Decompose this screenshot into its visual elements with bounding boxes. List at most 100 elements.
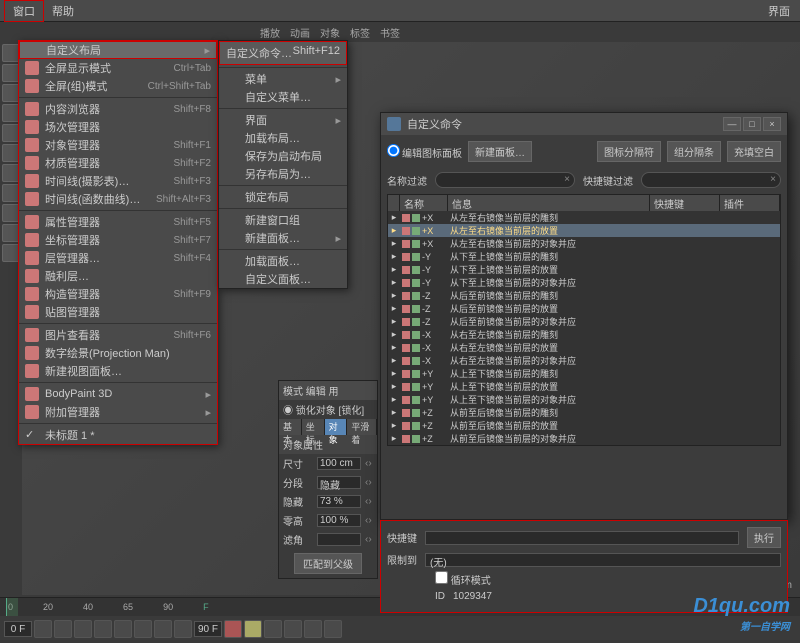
menu-item[interactable]: 自定义面板…	[219, 270, 347, 288]
menu-item[interactable]: 全屏(组)模式Ctrl+Shift+Tab	[19, 77, 217, 95]
tab-anim[interactable]: 动画	[290, 25, 310, 40]
menu-item[interactable]: 附加管理器▸	[19, 403, 217, 421]
prev-frame-button[interactable]	[74, 620, 92, 638]
menu-help[interactable]: 帮助	[44, 1, 82, 21]
tab-play[interactable]: 播放	[260, 25, 280, 40]
restrict-select[interactable]: (无)	[425, 553, 781, 567]
menu-item[interactable]: 新建视图面板…	[19, 362, 217, 380]
play-button[interactable]	[114, 620, 132, 638]
menu-item[interactable]: 另存布局为…	[219, 165, 347, 183]
table-row[interactable]: ▸ -X从右至左镜像当前层的对象并应	[388, 354, 780, 367]
table-row[interactable]: ▸ -Z从后至前镜像当前层的对象并应	[388, 315, 780, 328]
next-frame-button[interactable]	[134, 620, 152, 638]
menu-item[interactable]: 贴图管理器	[19, 303, 217, 321]
menu-item[interactable]: 新建面板…▸	[219, 229, 347, 247]
icon-sep-button[interactable]: 图标分隔符	[597, 141, 661, 162]
table-row[interactable]: ▸ -Y从下至上镜像当前层的雕刻	[388, 250, 780, 263]
menu-item[interactable]: 层管理器…Shift+F4	[19, 249, 217, 267]
menu-item[interactable]: 保存为启动布局	[219, 147, 347, 165]
match-parent-button[interactable]: 匹配到父级	[294, 553, 362, 574]
menu-item[interactable]: 菜单▸	[219, 70, 347, 88]
menu-item[interactable]: 新建窗口组	[219, 211, 347, 229]
group-sep-button[interactable]: 组分隔条	[667, 141, 721, 162]
col-name[interactable]: 名称	[400, 195, 448, 211]
menu-item[interactable]: 数字绘景(Projection Man)	[19, 344, 217, 362]
table-row[interactable]: ▸ -Y从下至上镜像当前层的对象并应	[388, 276, 780, 289]
key-scale-button[interactable]	[304, 620, 322, 638]
tab-coord[interactable]: 坐标	[302, 419, 325, 435]
menu-item[interactable]: 时间线(函数曲线)…Shift+Alt+F3	[19, 190, 217, 208]
minimize-button[interactable]: —	[723, 117, 741, 131]
goto-end-button[interactable]	[174, 620, 192, 638]
close-button[interactable]: ×	[763, 117, 781, 131]
autokey-button[interactable]	[244, 620, 262, 638]
menu-item[interactable]: 图片查看器Shift+F6	[19, 326, 217, 344]
radio-edit-icon[interactable]: 编辑图标面板	[387, 144, 462, 160]
table-row[interactable]: ▸ +Y从上至下镜像当前层的放置	[388, 380, 780, 393]
table-row[interactable]: ▸ +X从左至右镜像当前层的放置	[388, 224, 780, 237]
table-row[interactable]: ▸ +X从左至右镜像当前层的雕刻	[388, 211, 780, 224]
col-plugin[interactable]: 插件	[720, 195, 780, 211]
menu-item[interactable]: 材质管理器Shift+F2	[19, 154, 217, 172]
menu-item[interactable]: 对象管理器Shift+F1	[19, 136, 217, 154]
menu-custom-commands[interactable]: 自定义命令… Shift+F12	[219, 41, 347, 65]
menu-window[interactable]: 窗口	[4, 0, 44, 22]
menu-item[interactable]: 坐标管理器Shift+F7	[19, 231, 217, 249]
menu-item[interactable]: 加载布局…	[219, 129, 347, 147]
play-back-button[interactable]	[94, 620, 112, 638]
menu-layout[interactable]: 界面	[768, 3, 796, 19]
table-row[interactable]: ▸ -Z从后至前镜像当前层的放置	[388, 302, 780, 315]
goto-start-button[interactable]	[34, 620, 52, 638]
tab-bookmark[interactable]: 书签	[380, 25, 400, 40]
shortcut-input[interactable]	[425, 531, 739, 545]
loop-checkbox[interactable]: 循环模式	[435, 571, 491, 587]
key-pos-button[interactable]	[264, 620, 282, 638]
table-row[interactable]: ▸ -X从右至左镜像当前层的雕刻	[388, 328, 780, 341]
fill-space-button[interactable]: 充填空白	[727, 141, 781, 162]
playhead[interactable]	[6, 598, 18, 616]
menu-item[interactable]: 自定义菜单…	[219, 88, 347, 106]
menu-item[interactable]: 内容浏览器Shift+F8	[19, 100, 217, 118]
tab-smooth[interactable]: 平滑着	[347, 419, 377, 435]
key-param-button[interactable]	[324, 620, 342, 638]
menu-item[interactable]: 时间线(摄影表)…Shift+F3	[19, 172, 217, 190]
menu-item[interactable]: 场次管理器	[19, 118, 217, 136]
table-row[interactable]: ▸ +X从左至右镜像当前层的对象并应	[388, 237, 780, 250]
tab-basic[interactable]: 基本	[279, 419, 302, 435]
table-row[interactable]: ▸ +Z从前至后镜像当前层的雕刻	[388, 406, 780, 419]
maximize-button[interactable]: □	[743, 117, 761, 131]
table-row[interactable]: ▸ +Y从上至下镜像当前层的雕刻	[388, 367, 780, 380]
col-info[interactable]: 信息	[448, 195, 650, 211]
key-rot-button[interactable]	[284, 620, 302, 638]
table-row[interactable]: ▸ -Y从下至上镜像当前层的放置	[388, 263, 780, 276]
name-filter-input[interactable]: ×	[435, 172, 575, 188]
clear-icon[interactable]: ×	[770, 174, 776, 185]
table-row[interactable]: ▸ -X从右至左镜像当前层的放置	[388, 341, 780, 354]
new-panel-button[interactable]: 新建面板…	[468, 141, 532, 162]
table-row[interactable]: ▸ 1设置回放比率为 1 FPS	[388, 445, 780, 446]
table-row[interactable]: ▸ +Z从前至后镜像当前层的对象并应	[388, 432, 780, 445]
table-row[interactable]: ▸ +Z从前至后镜像当前层的放置	[388, 419, 780, 432]
record-button[interactable]	[224, 620, 242, 638]
menu-item[interactable]: BodyPaint 3D▸	[19, 385, 217, 403]
tab-object[interactable]: 对象	[325, 419, 348, 435]
shortcut-filter-input[interactable]: ×	[641, 172, 781, 188]
menu-item[interactable]: 融利层…	[19, 267, 217, 285]
menu-item[interactable]: 全屏显示模式Ctrl+Tab	[19, 59, 217, 77]
table-row[interactable]: ▸ +Y从上至下镜像当前层的对象并应	[388, 393, 780, 406]
execute-button[interactable]: 执行	[747, 527, 781, 548]
tab-tag[interactable]: 标签	[350, 25, 370, 40]
menu-item[interactable]: 界面▸	[219, 111, 347, 129]
frame-end[interactable]	[194, 621, 222, 637]
menu-item[interactable]: 加载面板…	[219, 252, 347, 270]
menu-item[interactable]: 构造管理器Shift+F9	[19, 285, 217, 303]
menu-item[interactable]: 锁定布局	[219, 188, 347, 206]
dialog-titlebar[interactable]: 自定义命令 — □ ×	[381, 113, 787, 135]
menu-custom-layout[interactable]: 自定义布局 ▸	[19, 41, 217, 59]
clear-icon[interactable]: ×	[564, 174, 570, 185]
col-shortcut[interactable]: 快捷键	[650, 195, 720, 211]
menu-item[interactable]: ✓未标题 1 *	[19, 426, 217, 444]
tab-object[interactable]: 对象	[320, 25, 340, 40]
menu-item[interactable]: 属性管理器Shift+F5	[19, 213, 217, 231]
next-key-button[interactable]	[154, 620, 172, 638]
